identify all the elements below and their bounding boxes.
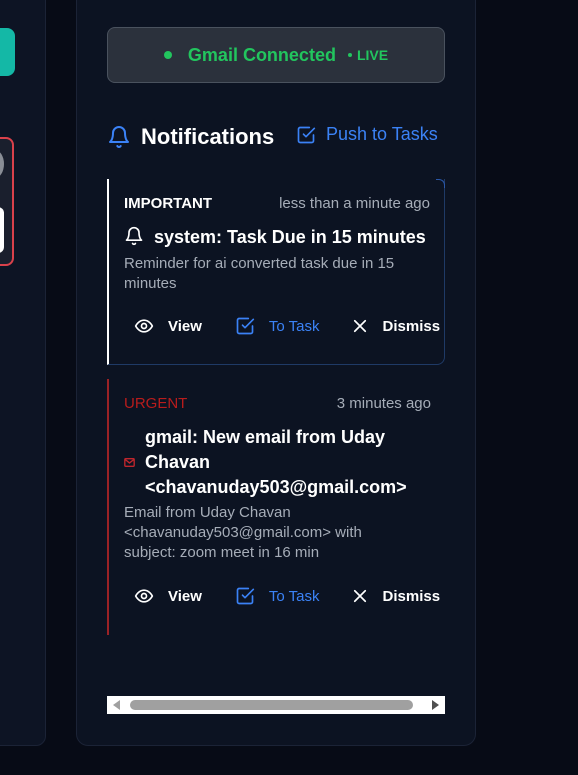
view-button[interactable]: View xyxy=(134,586,202,606)
notifications-header: Notifications Push to Tasks xyxy=(107,122,452,152)
dismiss-button[interactable]: Dismiss xyxy=(351,317,441,335)
left-panel xyxy=(0,0,46,746)
scroll-left-arrow-icon[interactable] xyxy=(113,700,120,710)
gmail-status-banner: Gmail Connected LIVE xyxy=(107,27,445,83)
bell-icon xyxy=(124,225,144,247)
live-badge: LIVE xyxy=(347,47,389,63)
eye-icon xyxy=(134,586,154,606)
checkbox-icon xyxy=(235,586,255,606)
to-task-button[interactable]: To Task xyxy=(235,586,320,606)
notification-description: Reminder for ai converted task due in 15… xyxy=(124,255,395,292)
mail-icon xyxy=(124,458,135,467)
view-button[interactable]: View xyxy=(134,316,202,336)
push-to-tasks-label: Push to Tasks xyxy=(326,124,438,144)
notifications-title: Notifications xyxy=(141,124,275,149)
dismiss-button[interactable]: Dismiss xyxy=(351,587,441,605)
close-icon xyxy=(351,317,369,335)
push-to-tasks-button[interactable]: Push to Tasks xyxy=(296,124,438,145)
checkbox-icon xyxy=(296,125,316,145)
notification-actions: View To Task Dismiss xyxy=(134,316,440,336)
notification-card: IMPORTANT less than a minute ago system:… xyxy=(107,179,445,365)
to-task-button[interactable]: To Task xyxy=(235,316,320,336)
notification-actions: View To Task Dismiss xyxy=(134,586,440,606)
to-task-label: To Task xyxy=(268,587,320,605)
priority-badge: URGENT xyxy=(124,395,188,412)
eye-icon xyxy=(134,316,154,336)
close-icon xyxy=(351,587,369,605)
notification-time: 3 minutes ago xyxy=(336,395,431,412)
left-white-control[interactable] xyxy=(0,207,4,253)
notification-time: less than a minute ago xyxy=(279,195,430,212)
live-dot-icon xyxy=(347,53,352,57)
notification-title-row: system: Task Due in 15 minutes xyxy=(124,225,426,250)
left-teal-button[interactable] xyxy=(0,28,15,76)
notification-description: Email from Uday Chavan <chavanuday503@gm… xyxy=(124,504,362,561)
live-label: LIVE xyxy=(356,47,389,63)
gmail-status-label: Gmail Connected xyxy=(187,44,336,65)
view-label: View xyxy=(168,587,202,605)
to-task-label: To Task xyxy=(268,317,320,335)
dismiss-label: Dismiss xyxy=(382,317,441,335)
checkbox-icon xyxy=(235,316,255,336)
horizontal-scrollbar[interactable] xyxy=(107,696,445,714)
notification-title: gmail: New email from Uday Chavan <chava… xyxy=(145,427,407,497)
status-dot-icon xyxy=(163,51,172,59)
scroll-right-arrow-icon[interactable] xyxy=(432,700,439,710)
notification-title-row: gmail: New email from Uday Chavan <chava… xyxy=(124,425,415,500)
dismiss-label: Dismiss xyxy=(382,587,441,605)
view-label: View xyxy=(168,317,202,335)
priority-badge: IMPORTANT xyxy=(124,195,213,212)
bell-icon xyxy=(107,125,131,149)
notification-title: system: Task Due in 15 minutes xyxy=(154,227,426,247)
scrollbar-thumb[interactable] xyxy=(130,700,413,710)
notification-card: URGENT 3 minutes ago gmail: New email fr… xyxy=(107,379,445,635)
